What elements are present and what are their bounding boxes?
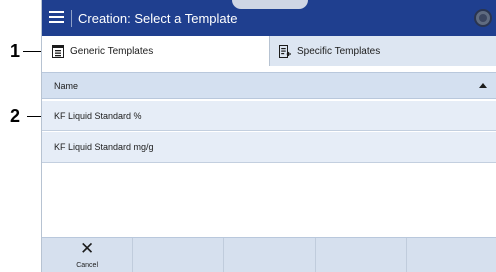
- column-header-label: Name: [54, 81, 79, 91]
- title-bar: Creation: Select a Template: [42, 0, 496, 36]
- page-title: Creation: Select a Template: [78, 11, 238, 26]
- cancel-label: Cancel: [76, 262, 98, 269]
- bottom-action-bar: ✕ Cancel: [42, 237, 496, 272]
- tab-specific-templates[interactable]: Specific Templates: [270, 36, 496, 66]
- template-row-kf-liquid-standard-percent[interactable]: KF Liquid Standard %: [42, 100, 496, 131]
- tab-generic-templates-label: Generic Templates: [70, 45, 154, 57]
- column-header-name[interactable]: Name: [42, 72, 496, 99]
- empty-action-slot: [133, 238, 225, 272]
- template-import-icon: [279, 44, 291, 58]
- empty-action-slot: [224, 238, 316, 272]
- template-list-icon: [52, 44, 64, 58]
- sort-ascending-icon: [479, 83, 487, 88]
- tab-generic-templates[interactable]: Generic Templates: [42, 36, 270, 66]
- cancel-button[interactable]: ✕ Cancel: [42, 238, 134, 272]
- status-indicator-icon[interactable]: [474, 9, 492, 27]
- empty-action-slot: [316, 238, 407, 272]
- tab-bar: Generic Templates Specific Templates: [42, 36, 496, 66]
- device-screen: Creation: Select a Template Generic Temp…: [41, 0, 496, 272]
- callout-2: 2: [10, 106, 21, 126]
- empty-action-slot: [407, 238, 496, 272]
- callout-1: 1: [10, 41, 21, 61]
- hamburger-menu-icon[interactable]: [49, 11, 64, 24]
- title-separator: [71, 10, 72, 27]
- template-row-label: KF Liquid Standard mg/g: [54, 142, 154, 152]
- tab-specific-templates-label: Specific Templates: [297, 45, 381, 57]
- template-row-label: KF Liquid Standard %: [54, 111, 142, 121]
- close-icon: ✕: [79, 239, 95, 259]
- title-bar-notch: [232, 0, 308, 9]
- template-row-kf-liquid-standard-mg-g[interactable]: KF Liquid Standard mg/g: [42, 132, 496, 163]
